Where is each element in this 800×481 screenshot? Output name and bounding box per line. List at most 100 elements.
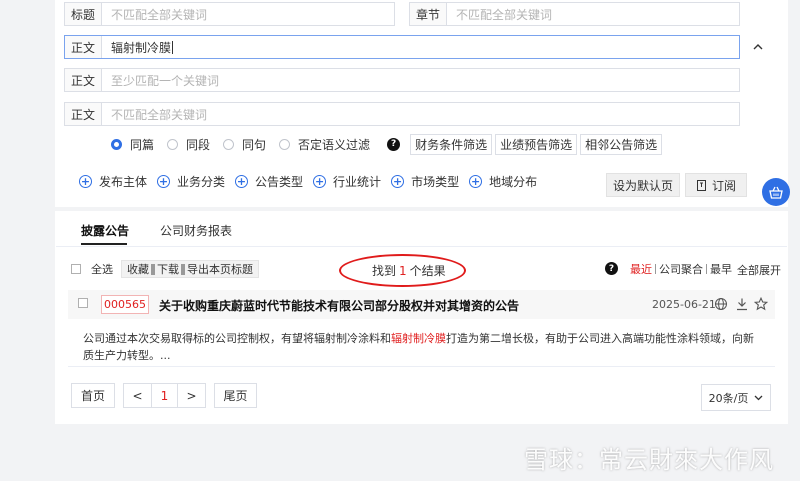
radio-dot: [167, 138, 179, 150]
radio-label: 同篇: [130, 137, 155, 152]
radio-dot: [111, 138, 122, 150]
category-label: 公告类型: [255, 174, 304, 189]
watermark-text: 雪球：常云財來大作风: [524, 446, 774, 474]
title-filter-field: 标题 不匹配全部关键词: [64, 2, 395, 26]
result-date: 2025-06-21: [652, 298, 716, 311]
body-input-1[interactable]: 辐射制冷膜: [102, 36, 739, 58]
plus-circle-icon: +: [391, 174, 405, 188]
basket-icon[interactable]: [762, 178, 790, 206]
select-all-label[interactable]: 全选: [91, 261, 113, 277]
title-label: 标题: [65, 3, 102, 25]
category-region[interactable]: + 地域分布: [469, 173, 537, 190]
radio-dot: [223, 138, 235, 150]
chevron-up-icon[interactable]: [752, 41, 764, 53]
result-title[interactable]: 关于收购重庆蔚蓝时代节能技术有限公司部分股权并对其增资的公告: [159, 297, 519, 314]
sort-options: 最近 公司聚合 最早: [630, 262, 732, 276]
page-size-label: 20条/页: [708, 391, 749, 405]
download-icon[interactable]: [735, 297, 749, 311]
category-market[interactable]: + 市场类型: [391, 173, 459, 190]
radio-same-paragraph[interactable]: 同段: [167, 136, 210, 153]
prev-page-button[interactable]: <: [123, 383, 152, 408]
category-industry[interactable]: + 行业统计: [313, 173, 381, 190]
set-default-button[interactable]: 设为默认页: [606, 173, 680, 197]
results-number: 1: [399, 264, 407, 278]
body-input-1-value: 辐射制冷膜: [111, 40, 172, 55]
plus-circle-icon: +: [313, 174, 327, 188]
plus-circle-icon: +: [79, 174, 92, 188]
active-tab-indicator: [81, 243, 127, 245]
separator: [655, 264, 656, 274]
help-icon[interactable]: ?: [387, 137, 401, 151]
subscribe-button[interactable]: 订阅: [685, 173, 747, 197]
body-input-2[interactable]: 至少匹配一个关键词: [102, 69, 739, 91]
category-announcement-type[interactable]: + 公告类型: [235, 173, 303, 190]
result-snippet: 公司通过本次交易取得标的公司控制权，有望将辐射制冷涂料和辐射制冷膜打造为第二增长…: [83, 330, 763, 364]
forecast-filter-button[interactable]: 业绩预告筛选: [495, 133, 578, 155]
tab-financial-reports[interactable]: 公司财务报表: [160, 222, 232, 239]
star-icon[interactable]: [754, 297, 768, 311]
sort-latest[interactable]: 最近: [630, 261, 652, 277]
snippet-text: 公司通过本次交易取得标的公司控制权，有望将辐射制冷涂料和: [83, 332, 391, 345]
export-titles-button[interactable]: 导出本页标题: [185, 261, 255, 277]
body-filter-field-2: 正文 至少匹配一个关键词: [64, 68, 740, 92]
body-label-2: 正文: [65, 69, 102, 91]
results-toolbar: 全选 收藏 下载 导出本页标题: [71, 260, 259, 278]
plus-circle-icon: +: [157, 174, 171, 188]
results-prefix: 找到: [372, 264, 397, 278]
sort-earliest[interactable]: 最早: [710, 261, 732, 277]
globe-icon[interactable]: [714, 297, 728, 311]
bulk-actions: 收藏 下载 导出本页标题: [121, 260, 259, 278]
category-label: 业务分类: [177, 174, 226, 189]
tab-divider: [56, 246, 787, 247]
separator: [706, 264, 707, 274]
radio-label: 否定语义过滤: [298, 137, 371, 152]
bookmark-icon: [696, 179, 706, 191]
radio-label: 同段: [186, 137, 211, 152]
chapter-filter-field: 章节 不匹配全部关键词: [409, 2, 740, 26]
chapter-input[interactable]: 不匹配全部关键词: [447, 3, 739, 25]
stock-code-badge[interactable]: 000565: [101, 295, 149, 314]
adjacent-filter-button[interactable]: 相邻公告筛选: [580, 133, 663, 155]
category-row: + 发布主体 + 业务分类 + 公告类型 + 行业统计 + 市场类型 + 地域分布: [79, 172, 547, 190]
chevron-down-icon: [754, 395, 763, 400]
tab-disclosures[interactable]: 披露公告: [81, 222, 129, 239]
page-size-select[interactable]: 20条/页: [701, 384, 771, 411]
result-checkbox[interactable]: [78, 298, 88, 308]
results-suffix: 个结果: [409, 264, 446, 278]
plus-circle-icon: +: [235, 174, 249, 188]
radio-negation-filter[interactable]: 否定语义过滤: [279, 136, 370, 153]
body-input-3[interactable]: 不匹配全部关键词: [102, 103, 739, 125]
page-number-current[interactable]: 1: [151, 383, 178, 408]
subscribe-label: 订阅: [711, 178, 736, 193]
next-page-button[interactable]: >: [177, 383, 206, 408]
category-publisher[interactable]: + 发布主体: [79, 173, 147, 190]
category-label: 发布主体: [99, 174, 148, 189]
category-business[interactable]: + 业务分类: [157, 173, 225, 190]
title-input[interactable]: 不匹配全部关键词: [102, 3, 394, 25]
text-cursor: [172, 40, 174, 54]
category-label: 地域分布: [489, 174, 538, 189]
help-icon[interactable]: ?: [605, 262, 618, 275]
radio-label: 同句: [242, 137, 267, 152]
collect-button[interactable]: 收藏: [125, 261, 151, 277]
body-filter-field-1: 正文 辐射制冷膜: [64, 35, 740, 59]
chapter-label: 章节: [410, 3, 447, 25]
body-label-1: 正文: [65, 36, 102, 58]
financial-filter-button[interactable]: 财务条件筛选: [410, 133, 493, 155]
sort-company-aggregate[interactable]: 公司聚合: [659, 261, 703, 277]
scope-options: 同篇 同段 同句 否定语义过滤 ? 财务条件筛选 业绩预告筛选 相邻公告筛选: [111, 133, 665, 155]
radio-same-sentence[interactable]: 同句: [223, 136, 266, 153]
first-page-button[interactable]: 首页: [71, 383, 115, 408]
divider: [68, 366, 775, 367]
radio-dot: [279, 138, 291, 150]
last-page-button[interactable]: 尾页: [214, 383, 257, 408]
results-count: 找到 1 个结果: [372, 262, 446, 279]
download-button[interactable]: 下载: [155, 261, 181, 277]
body-label-3: 正文: [65, 103, 102, 125]
category-label: 行业统计: [333, 174, 382, 189]
radio-same-article[interactable]: 同篇: [111, 136, 154, 153]
select-all-checkbox[interactable]: [71, 264, 81, 274]
plus-circle-icon: +: [469, 174, 483, 188]
snippet-highlight: 辐射制冷膜: [391, 332, 446, 345]
expand-all-button[interactable]: 全部展开: [737, 262, 781, 278]
